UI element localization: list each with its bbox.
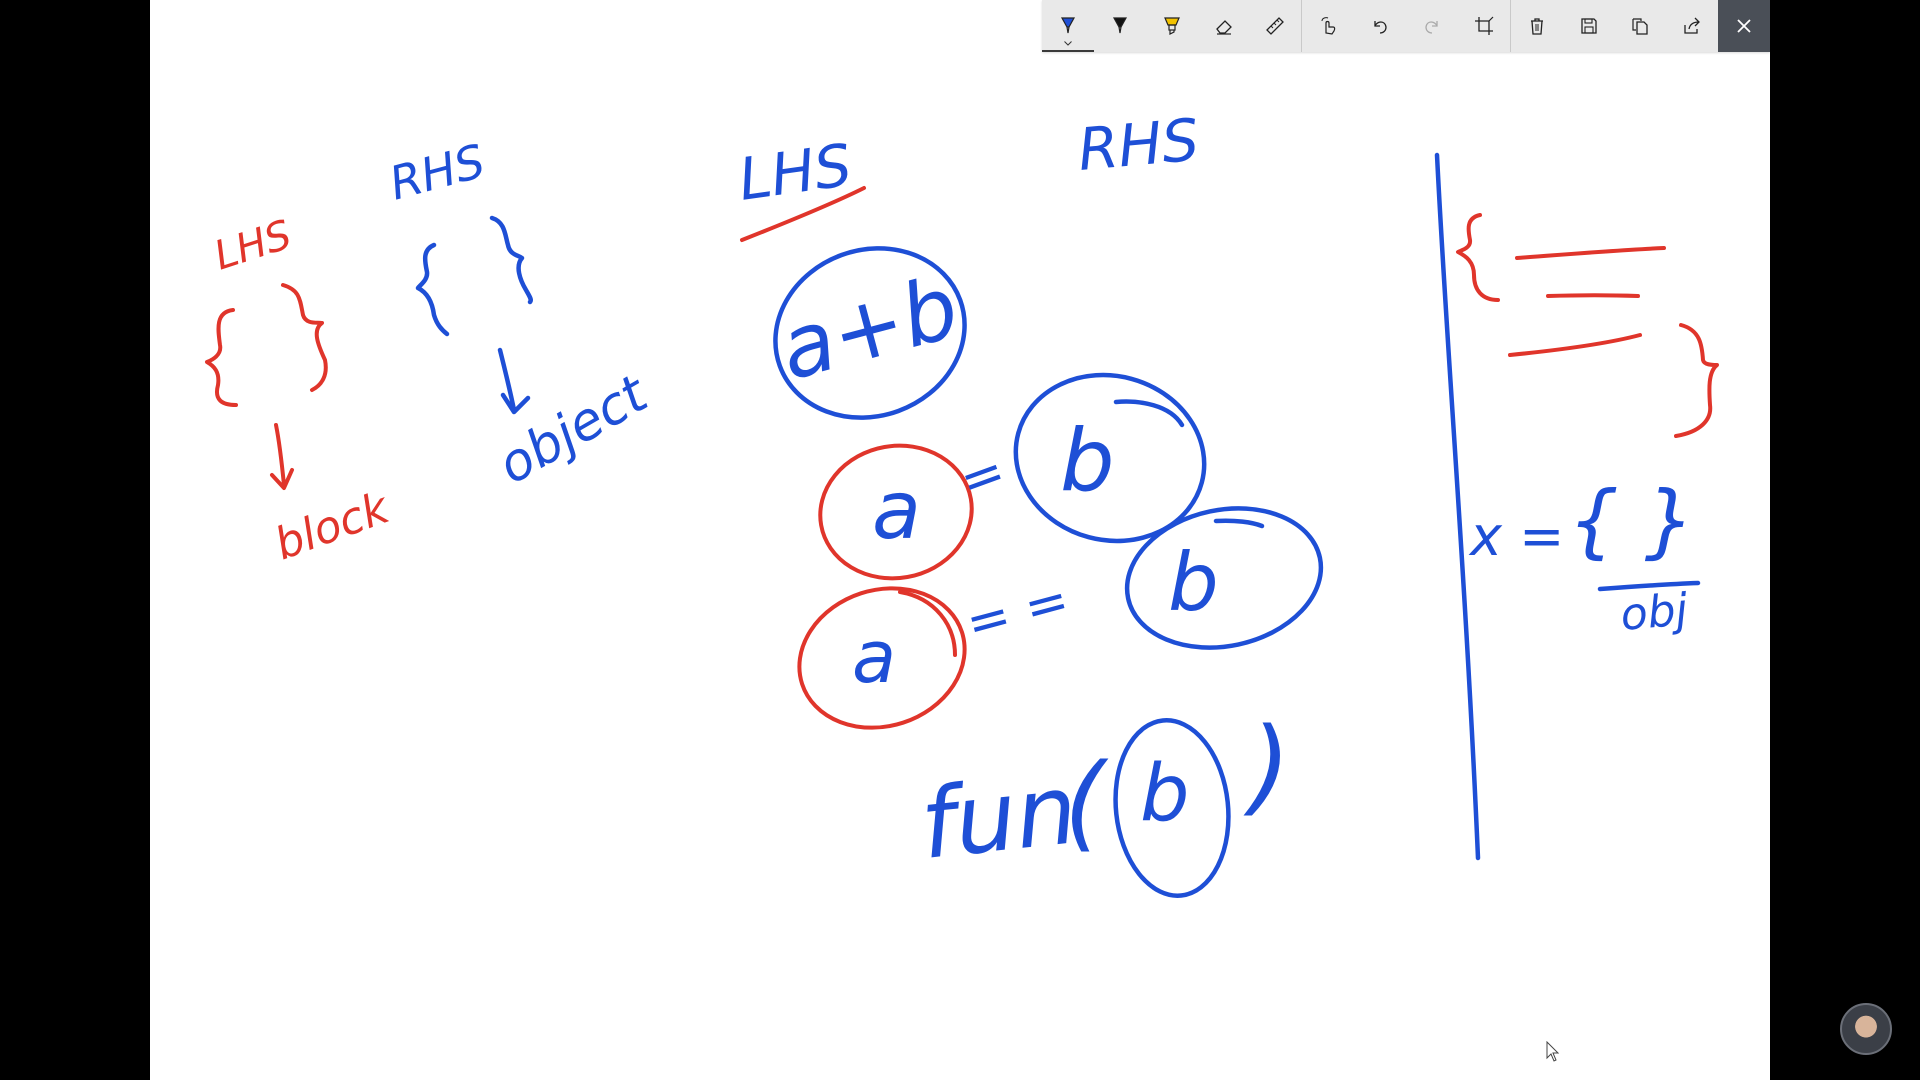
trash-icon — [1530, 18, 1543, 35]
ink-a1: a — [872, 464, 921, 557]
ink-layer: LHS block RHS object LHS RHS a+b a = b a… — [205, 106, 1719, 898]
highlighter-icon — [1163, 17, 1180, 35]
ink-right-line-3 — [1508, 333, 1642, 357]
ink-left-lhs: LHS — [209, 212, 297, 280]
ink-brace-pair: { } — [1568, 474, 1695, 567]
ink-arrow-to-object — [497, 347, 531, 415]
ink-object: object — [489, 363, 659, 496]
ink-mid-close-brace — [489, 215, 534, 305]
redo-icon — [1425, 21, 1438, 34]
close-icon — [1737, 19, 1751, 33]
ink-circle-a2-overstroke — [898, 590, 957, 657]
avatar — [1840, 1003, 1892, 1055]
share-button[interactable] — [1666, 0, 1718, 52]
copy-icon — [1632, 18, 1649, 35]
ink-b1: b — [1060, 411, 1115, 511]
ink-right-close-brace — [1674, 323, 1719, 438]
redo-button[interactable] — [1406, 0, 1458, 52]
ink-b2-arrow — [1213, 518, 1265, 529]
copy-button[interactable] — [1614, 0, 1666, 52]
ruler-tool[interactable] — [1249, 0, 1301, 52]
eraser-icon — [1215, 20, 1232, 35]
ink-left-close-brace — [281, 283, 328, 392]
touch-writing-icon — [1321, 17, 1336, 35]
ink-center-rhs: RHS — [1075, 106, 1201, 184]
ballpoint-pen-tool[interactable] — [1042, 0, 1094, 52]
ruler-icon — [1266, 17, 1285, 35]
ink-left-open-brace — [205, 308, 238, 407]
ink-b1-arrow — [1113, 399, 1185, 428]
ink-left-rhs: RHS — [384, 134, 490, 211]
save-button[interactable] — [1563, 0, 1615, 52]
highlighter-tool[interactable] — [1146, 0, 1198, 52]
ink-mid-open-brace — [415, 242, 450, 337]
close-button[interactable] — [1718, 0, 1771, 52]
save-icon — [1580, 18, 1597, 34]
pencil-icon — [1112, 17, 1127, 34]
ink-right-open-brace — [1456, 213, 1500, 302]
crop-button[interactable] — [1458, 0, 1510, 52]
screen-background: LHS block RHS object LHS RHS a+b a = b a… — [0, 0, 1920, 1080]
undo-icon — [1374, 21, 1387, 34]
share-icon — [1684, 17, 1701, 34]
ink-circle-b2 — [1124, 506, 1324, 650]
undo-button[interactable] — [1354, 0, 1406, 52]
crop-icon — [1474, 16, 1494, 35]
ink-right-line-2 — [1546, 293, 1640, 298]
ink-x-eq: x = — [1468, 505, 1564, 568]
eraser-tool[interactable] — [1198, 0, 1250, 52]
mouse-pointer-icon — [1546, 1041, 1560, 1062]
ink-obj: obj — [1619, 584, 1691, 641]
ink-fun: fun — [916, 753, 1082, 881]
ink-eq2: = = — [960, 570, 1076, 655]
ink-b3: b — [1140, 749, 1190, 839]
ink-a2: a — [852, 615, 896, 699]
ink-block: block — [268, 482, 397, 570]
ballpoint-pen-icon — [1060, 17, 1075, 34]
pencil-tool[interactable] — [1094, 0, 1146, 52]
ink-a-plus-b: a+b — [770, 257, 969, 400]
ink-b2: b — [1168, 536, 1219, 629]
delete-button[interactable] — [1511, 0, 1563, 52]
ink-paren-open: ( — [1064, 741, 1109, 863]
ink-arrow-to-block — [270, 423, 294, 490]
ink-right-line-1 — [1515, 246, 1666, 260]
ink-eq1: = — [952, 441, 1013, 512]
chevron-down-icon — [1064, 41, 1072, 46]
ink-paren-close: ) — [1243, 705, 1291, 827]
ink-toolbar — [1042, 0, 1771, 52]
touch-writing-tool[interactable] — [1302, 0, 1354, 52]
